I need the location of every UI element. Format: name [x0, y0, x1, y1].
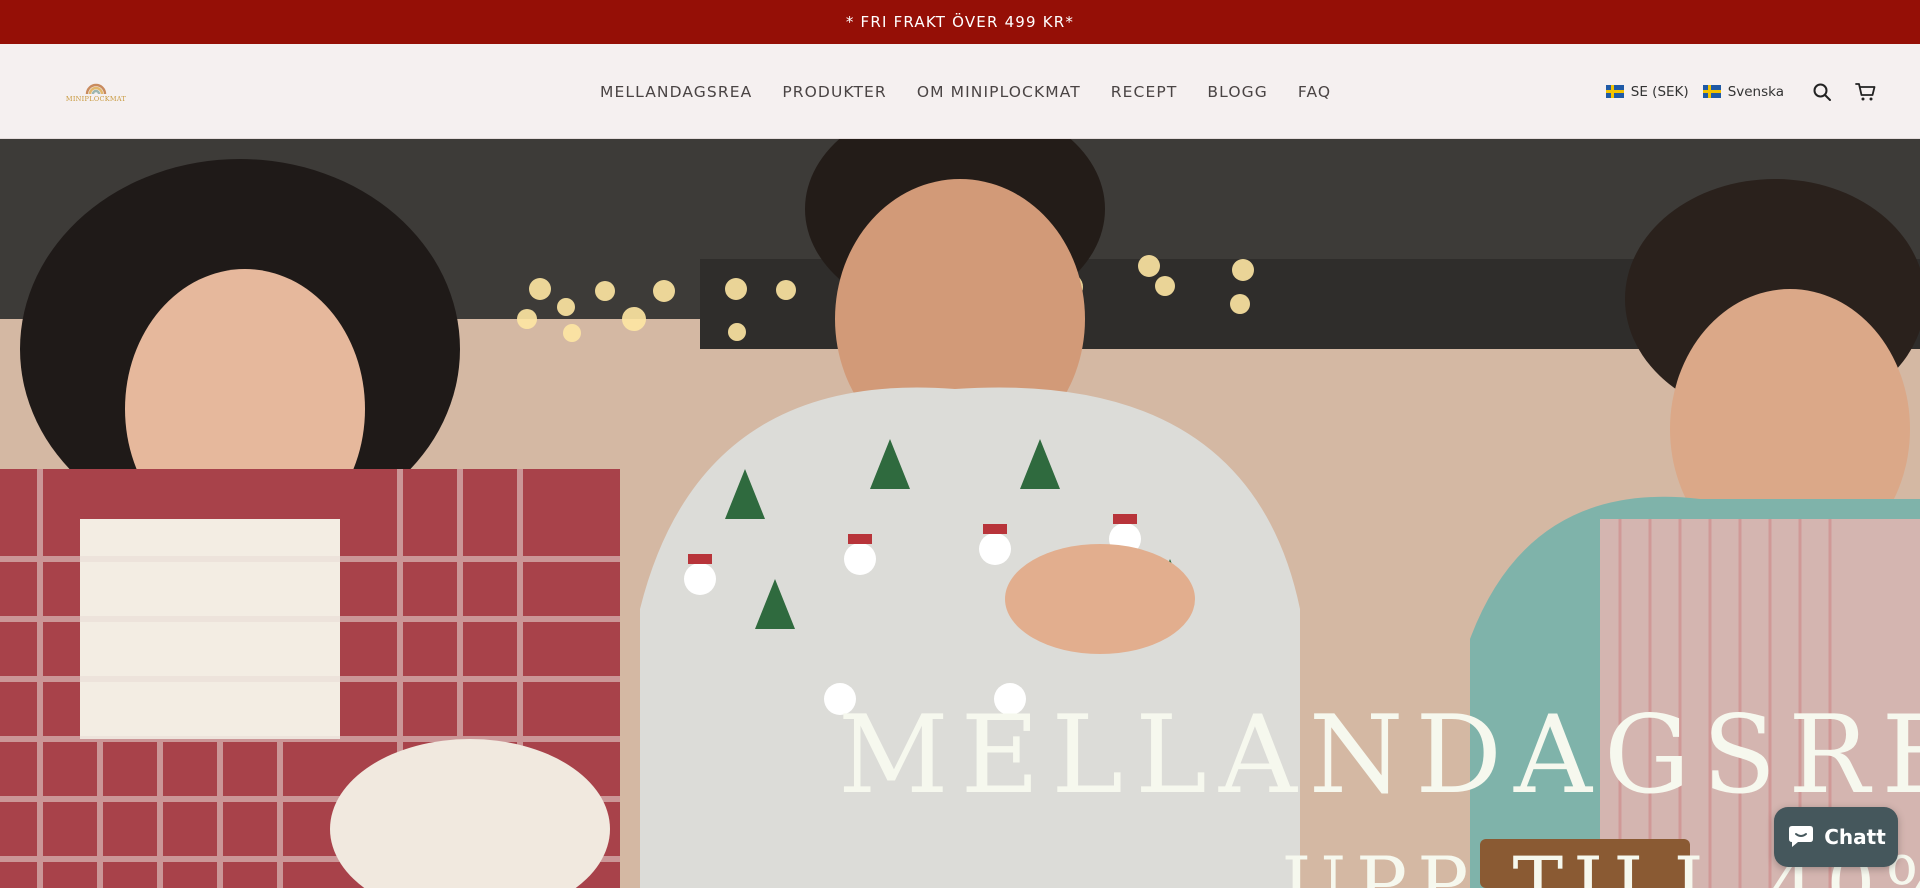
language-selector[interactable]: Svenska [1702, 83, 1784, 100]
sweden-flag-icon [1605, 85, 1624, 98]
nav-item-recept[interactable]: RECEPT [1111, 83, 1178, 101]
language-label: Svenska [1727, 83, 1784, 100]
logo-text: MINIPLOCKMAT [65, 95, 127, 103]
header-utilities: SE (SEK) Svenska [1605, 44, 1880, 139]
hero-banner[interactable]: MELLANDAGSREA UPP TILL 40% [0, 139, 1920, 888]
logo[interactable]: MINIPLOCKMAT [60, 74, 132, 108]
nav-item-faq[interactable]: FAQ [1298, 83, 1331, 101]
country-label: SE (SEK) [1630, 83, 1689, 100]
chat-icon [1786, 825, 1816, 849]
search-button[interactable] [1808, 78, 1836, 106]
announcement-bar: * FRI FRAKT ÖVER 499 KR* [0, 0, 1920, 44]
cart-button[interactable] [1852, 78, 1880, 106]
main-nav: MELLANDAGSREA PRODUKTER OM MINIPLOCKMAT … [600, 44, 1331, 139]
chat-label: Chatt [1824, 825, 1886, 849]
sweden-flag-icon [1702, 85, 1721, 98]
chat-button[interactable]: Chatt [1774, 807, 1898, 867]
cart-icon [1855, 82, 1876, 100]
site-header: MINIPLOCKMAT MELLANDAGSREA PRODUKTER OM … [0, 44, 1920, 139]
nav-item-produkter[interactable]: PRODUKTER [782, 83, 887, 101]
country-selector[interactable]: SE (SEK) [1605, 83, 1689, 100]
nav-item-om-miniplockmat[interactable]: OM MINIPLOCKMAT [917, 83, 1081, 101]
announcement-text: * FRI FRAKT ÖVER 499 KR* [845, 13, 1075, 31]
rainbow-icon [85, 83, 107, 94]
hero-title: MELLANDAGSREA [838, 693, 1920, 818]
search-icon [1813, 83, 1831, 101]
nav-item-blogg[interactable]: BLOGG [1207, 83, 1267, 101]
nav-item-mellandagsrea[interactable]: MELLANDAGSREA [600, 83, 752, 101]
